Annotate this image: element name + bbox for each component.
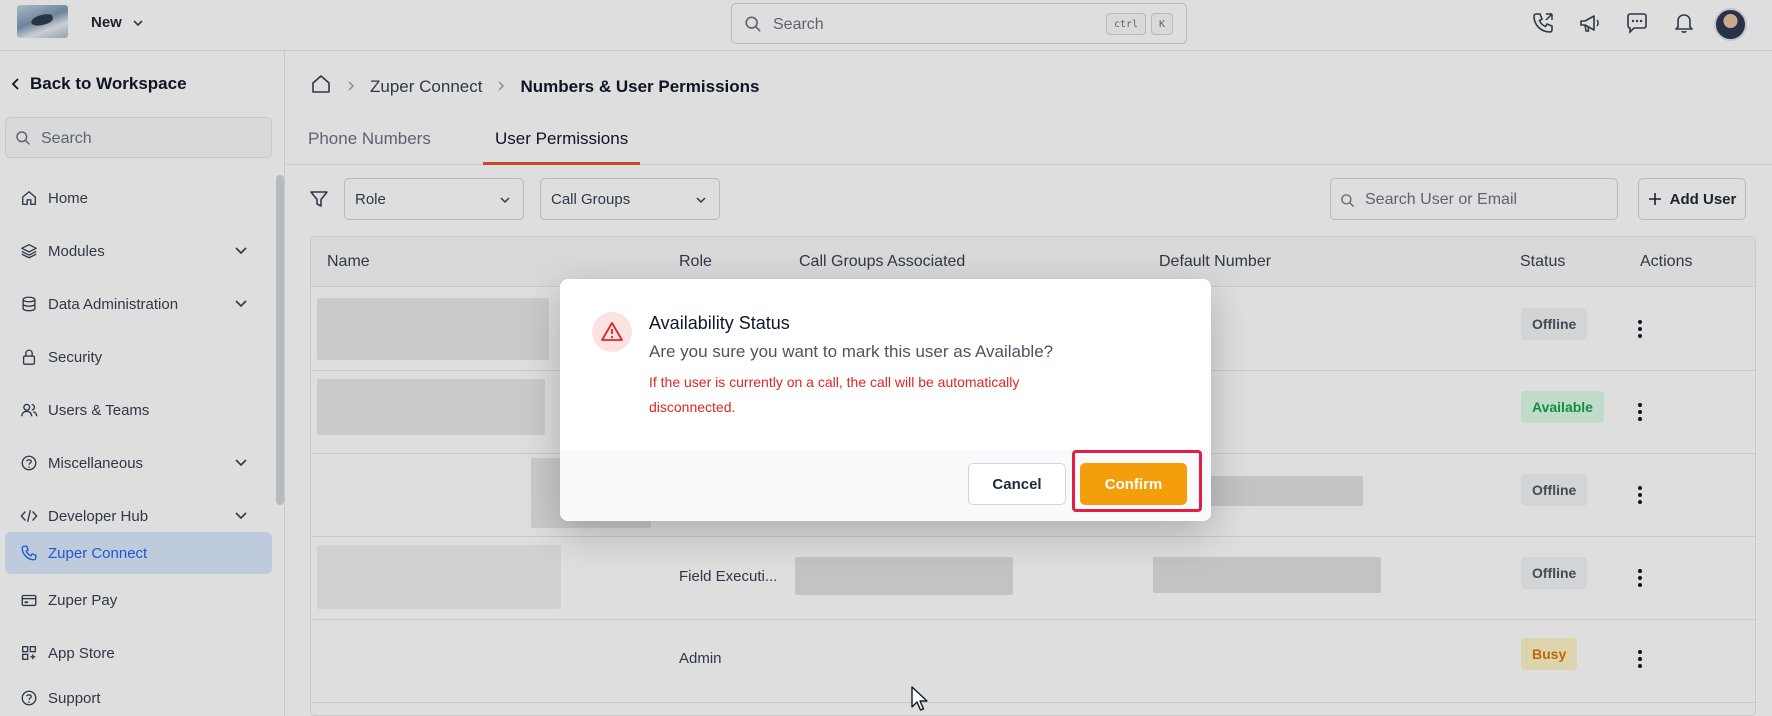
dialog-title: Availability Status (649, 313, 790, 333)
dialog-warning: If the user is currently on a call, the … (649, 374, 1020, 415)
cancel-button[interactable]: Cancel (968, 463, 1066, 505)
mouse-cursor-icon (911, 686, 928, 711)
dialog-message: Are you sure you want to mark this user … (649, 342, 1054, 361)
confirm-button[interactable]: Confirm (1080, 463, 1187, 505)
availability-status-dialog: Availability Status Are you sure you wan… (560, 279, 1211, 521)
warning-icon (592, 312, 632, 352)
